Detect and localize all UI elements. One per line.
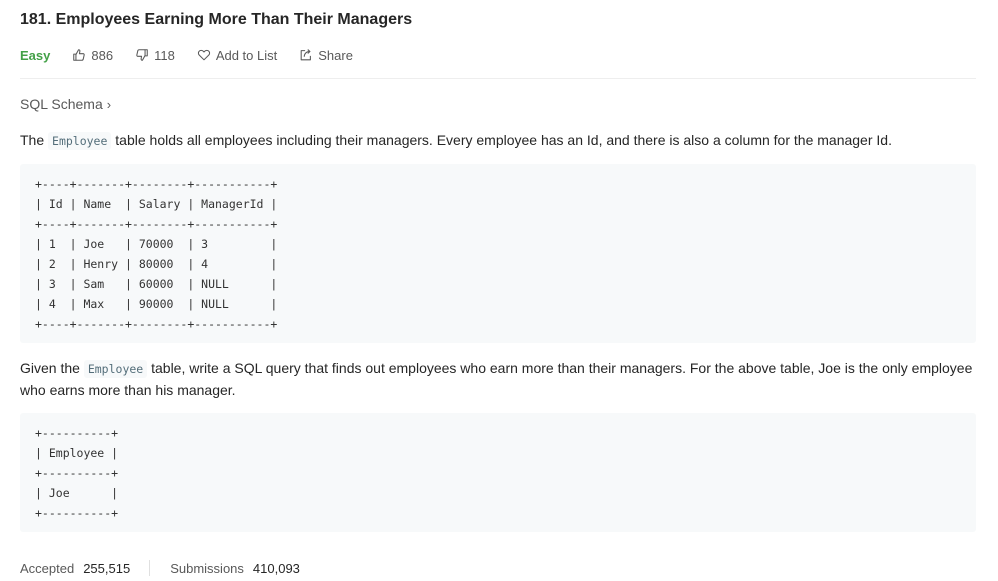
inline-code-employee: Employee xyxy=(83,360,148,378)
stats-divider xyxy=(149,560,151,576)
problem-title: 181. Employees Earning More Than Their M… xyxy=(20,11,413,28)
sql-schema-label: SQL Schema xyxy=(20,96,103,112)
sql-schema-link[interactable]: SQL Schema › xyxy=(20,96,111,112)
expected-output-code-block: +----------+ | Employee | +----------+ |… xyxy=(20,413,976,532)
add-to-list-label: Add to List xyxy=(215,47,278,63)
problem-meta-bar: Easy 886 118 Add to List Share xyxy=(20,46,375,64)
submissions-value: 410,093 xyxy=(252,560,300,576)
chevron-right-icon: › xyxy=(106,96,112,112)
inline-code-employee: Employee xyxy=(48,132,112,150)
share-button[interactable]: Share xyxy=(299,48,353,63)
like-button[interactable]: 886 xyxy=(72,48,113,63)
thumbs-down-icon xyxy=(136,49,148,61)
dislike-button[interactable]: 118 xyxy=(135,48,175,63)
difficulty-badge: Easy xyxy=(20,47,51,63)
description-paragraph-2: Given the Employee table, write a SQL qu… xyxy=(20,360,973,398)
header-divider xyxy=(20,78,976,79)
employee-table-code-block: +----+-------+--------+-----------+ | Id… xyxy=(20,164,976,343)
share-label: Share xyxy=(318,47,353,63)
accepted-value: 255,515 xyxy=(83,560,131,576)
share-icon xyxy=(300,49,312,61)
accepted-label: Accepted xyxy=(20,560,75,576)
like-count: 886 xyxy=(91,47,114,63)
submission-stats: Accepted 255,515 Submissions 410,093 xyxy=(20,559,300,577)
add-to-list-button[interactable]: Add to List xyxy=(197,48,277,63)
submissions-label: Submissions xyxy=(170,560,244,576)
description-paragraph-1: The Employee table holds all employees i… xyxy=(20,132,892,150)
heart-icon xyxy=(197,49,210,61)
thumbs-up-icon xyxy=(73,49,86,61)
dislike-count: 118 xyxy=(154,47,175,63)
